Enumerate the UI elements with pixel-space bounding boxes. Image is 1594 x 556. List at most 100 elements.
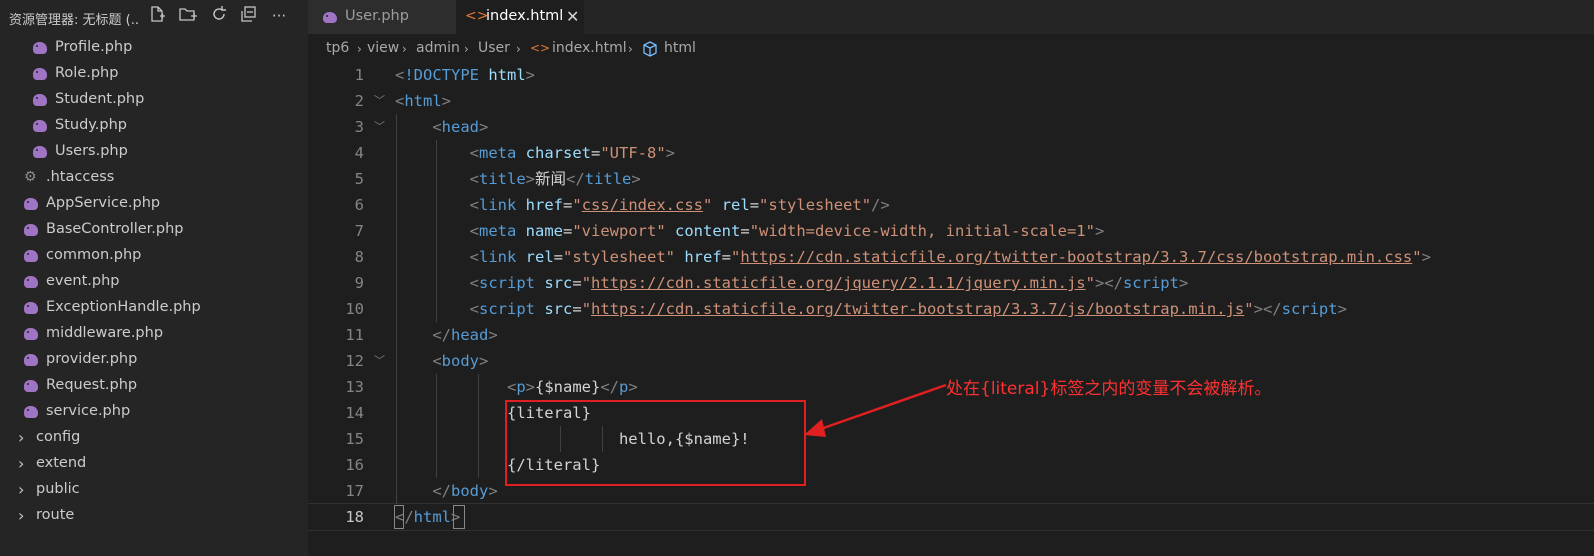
file-item[interactable]: ⚙ .htaccess <box>0 166 308 192</box>
folder-item[interactable]: › route <box>0 504 308 530</box>
line-number: 2 <box>354 92 364 110</box>
code-line-10: <script src="https://cdn.staticfile.org/… <box>469 300 1347 318</box>
file-label: route <box>36 507 75 523</box>
php-icon <box>24 302 38 314</box>
file-label: BaseController.php <box>46 221 184 237</box>
line-number: 17 <box>345 482 364 500</box>
file-item[interactable]: Role.php <box>0 62 308 88</box>
file-label: Study.php <box>55 117 128 133</box>
php-icon <box>33 94 47 106</box>
file-item[interactable]: service.php <box>0 400 308 426</box>
php-icon <box>33 146 47 158</box>
file-item[interactable]: common.php <box>0 244 308 270</box>
file-item[interactable]: BaseController.php <box>0 218 308 244</box>
file-item[interactable]: Student.php <box>0 88 308 114</box>
line-number: 7 <box>354 222 364 240</box>
file-item[interactable]: AppService.php <box>0 192 308 218</box>
breadcrumb-item[interactable]: admin <box>416 40 460 56</box>
file-item[interactable]: Profile.php <box>0 36 308 62</box>
file-label: Profile.php <box>55 39 133 55</box>
close-icon[interactable]: ✕ <box>566 7 579 26</box>
php-icon <box>24 276 38 288</box>
tab-user-php[interactable]: User.php <box>308 0 456 34</box>
breadcrumb-item[interactable]: html <box>664 40 696 56</box>
file-item[interactable]: provider.php <box>0 348 308 374</box>
chevron-right-icon: › <box>18 506 25 525</box>
tab-index-html[interactable]: <> index.html ✕ <box>456 0 584 34</box>
file-label: event.php <box>46 273 120 289</box>
php-icon <box>24 250 38 262</box>
line-number: 6 <box>354 196 364 214</box>
breadcrumb-item[interactable]: view <box>367 40 399 56</box>
fold-chevron-icon[interactable]: ﹀ <box>374 114 386 140</box>
tab-label: User.php <box>345 8 409 24</box>
tab-bar: User.php <> index.html ✕ <box>308 0 1594 34</box>
breadcrumb-item[interactable]: tp6 <box>326 40 349 56</box>
code-line-2: <html> <box>395 92 452 110</box>
new-folder-icon[interactable] <box>177 5 199 27</box>
php-icon <box>24 224 38 236</box>
collapse-icon[interactable] <box>238 5 260 27</box>
php-icon <box>323 12 337 23</box>
gear-icon: ⚙ <box>24 169 37 185</box>
code-line-9: <script src="https://cdn.staticfile.org/… <box>469 274 1189 292</box>
code-editor[interactable]: 1 2 3 4 5 6 7 8 9 10 11 12 13 14 15 16 17 18 ﹀ ﹀ ﹀ <!DOCT… <box>308 62 1594 556</box>
file-item[interactable]: Users.php <box>0 140 308 166</box>
code-line-13: <p>{$name}</p> <box>506 378 638 396</box>
php-icon <box>33 42 47 54</box>
line-number: 10 <box>345 300 364 318</box>
line-number: 4 <box>354 144 364 162</box>
line-number: 14 <box>345 404 364 422</box>
code-line-8: <link rel="stylesheet" href="https://cdn… <box>469 248 1431 266</box>
html-icon: <> <box>465 8 489 24</box>
html-icon: <> <box>530 41 551 55</box>
file-item[interactable]: middleware.php <box>0 322 308 348</box>
code-line-12: <body> <box>432 352 489 370</box>
line-number: 15 <box>345 430 364 448</box>
file-item[interactable]: ExceptionHandle.php <box>0 296 308 322</box>
file-item[interactable]: Request.php <box>0 374 308 400</box>
chevron-right-icon: › <box>18 428 25 447</box>
folder-item[interactable]: › config <box>0 426 308 452</box>
fold-chevron-icon[interactable]: ﹀ <box>374 88 386 114</box>
current-line-highlight <box>308 503 1594 531</box>
bracket-match-highlight <box>453 505 465 529</box>
file-label: AppService.php <box>46 195 161 211</box>
file-item[interactable]: Study.php <box>0 114 308 140</box>
file-item[interactable]: event.php <box>0 270 308 296</box>
code-line-1: <!DOCTYPE html> <box>395 66 536 84</box>
code-line-5: <title>新闻</title> <box>469 170 641 188</box>
line-number: 16 <box>345 456 364 474</box>
code-line-3: <head> <box>432 118 489 136</box>
line-number: 18 <box>345 508 364 526</box>
file-label: Users.php <box>55 143 128 159</box>
line-number: 1 <box>354 66 364 84</box>
file-label: provider.php <box>46 351 138 367</box>
chevron-right-icon: › <box>18 454 25 473</box>
php-icon <box>33 120 47 132</box>
php-icon <box>24 328 38 340</box>
fold-chevron-icon[interactable]: ﹀ <box>374 348 386 374</box>
new-file-icon[interactable] <box>146 5 168 27</box>
breadcrumb-item[interactable]: User <box>478 40 510 56</box>
chevron-right-icon: › <box>357 42 362 56</box>
more-icon[interactable]: ··· <box>268 5 290 27</box>
tab-label: index.html <box>486 8 564 24</box>
file-label: Role.php <box>55 65 119 81</box>
file-label: middleware.php <box>46 325 164 341</box>
line-number: 13 <box>345 378 364 396</box>
code-line-4: <meta charset="UTF-8"> <box>469 144 676 162</box>
line-number: 8 <box>354 248 364 266</box>
breadcrumb-item[interactable]: index.html <box>552 40 627 56</box>
annotation-text: 处在{literal}标签之内的变量不会被解析。 <box>946 379 1272 399</box>
folder-item[interactable]: › extend <box>0 452 308 478</box>
file-label: ExceptionHandle.php <box>46 299 201 315</box>
explorer-sidebar: Comment.phpProfile.phpRole.phpStudent.ph… <box>0 0 308 556</box>
code-line-11: </head> <box>432 326 498 344</box>
php-icon <box>24 354 38 366</box>
chevron-right-icon: › <box>18 480 25 499</box>
line-number: 5 <box>354 170 364 188</box>
refresh-icon[interactable] <box>208 5 230 27</box>
folder-item[interactable]: › public <box>0 478 308 504</box>
bracket-match-highlight <box>394 505 404 529</box>
